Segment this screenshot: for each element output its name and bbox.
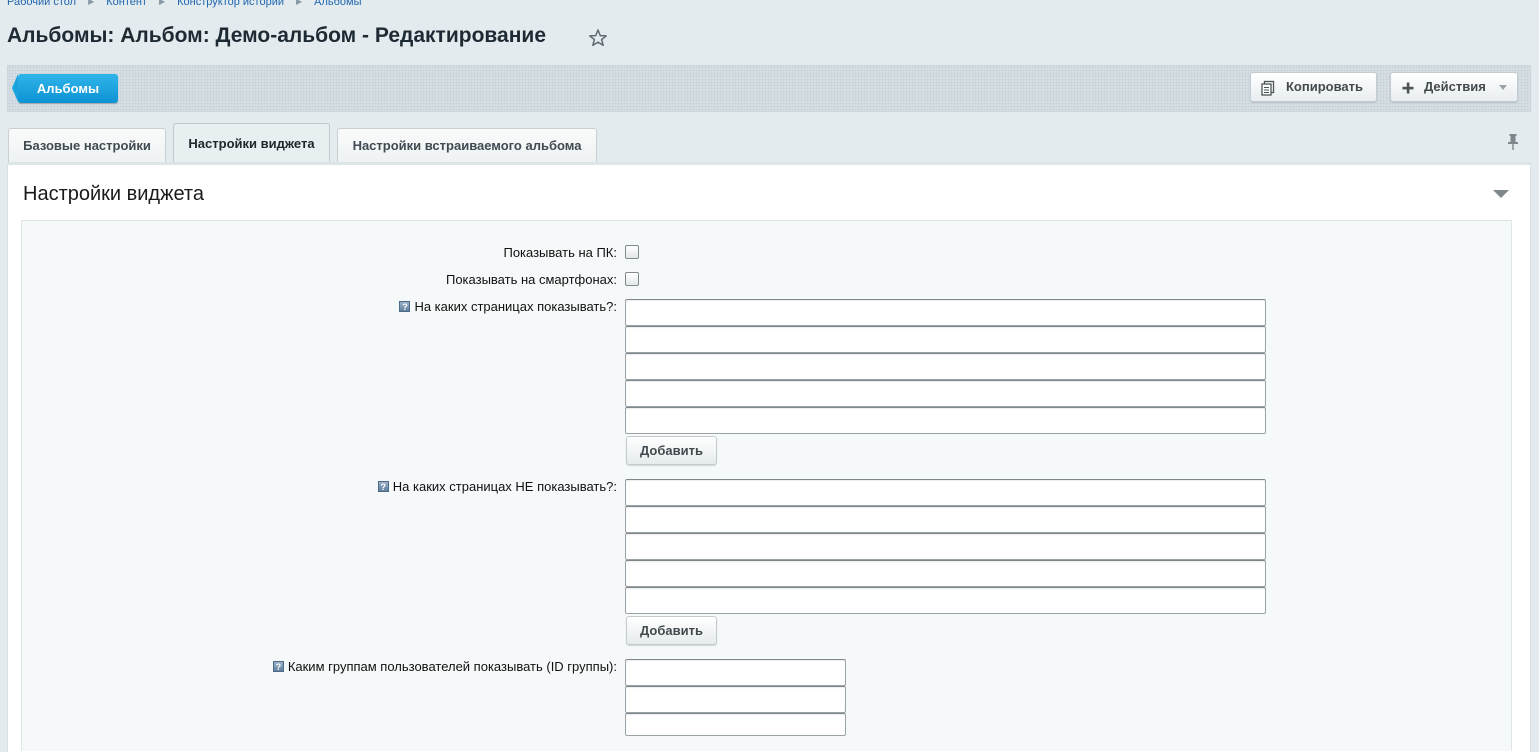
help-icon[interactable]: ? <box>399 301 411 312</box>
pages-hide-add-button[interactable]: Добавить <box>626 616 717 645</box>
groups-input[interactable] <box>625 686 846 713</box>
pages-hide-input[interactable] <box>625 533 1266 560</box>
plus-icon <box>1402 82 1414 94</box>
groups-input[interactable] <box>625 659 846 686</box>
tab-widget-settings[interactable]: Настройки виджета <box>173 123 330 162</box>
breadcrumb-item-desktop[interactable]: Рабочий стол <box>7 0 76 8</box>
actions-button-label: Действия <box>1424 79 1486 94</box>
show-pc-label: Показывать на ПК: <box>503 245 617 260</box>
breadcrumb-separator-icon: ▶ <box>295 0 303 6</box>
pages-show-label: ? На каких страницах показывать?: <box>399 299 617 314</box>
breadcrumb-separator-icon: ▶ <box>158 0 166 6</box>
pages-hide-label: ? На каких страницах НЕ показывать?: <box>377 479 617 494</box>
breadcrumb-item-albums[interactable]: Альбомы <box>314 0 361 8</box>
star-icon[interactable] <box>588 28 608 48</box>
copy-button-label: Копировать <box>1286 79 1364 94</box>
page-title: Альбомы: Альбом: Демо-альбом - Редактиро… <box>7 24 546 47</box>
collapse-arrow-icon[interactable] <box>1493 190 1509 198</box>
pages-show-input[interactable] <box>625 407 1266 434</box>
pages-hide-label-text: На каких страницах НЕ показывать?: <box>392 479 617 494</box>
tab-base-settings[interactable]: Базовые настройки <box>8 128 166 162</box>
groups-input[interactable] <box>625 713 846 736</box>
breadcrumb: Рабочий стол ▶ Контент ▶ Конструктор истории… <box>7 0 362 10</box>
show-pc-checkbox[interactable] <box>625 245 639 259</box>
copy-button[interactable]: Копировать <box>1250 72 1377 102</box>
back-to-albums-button[interactable]: Альбомы <box>12 74 118 103</box>
help-icon[interactable]: ? <box>377 481 389 492</box>
pages-hide-input[interactable] <box>625 506 1266 533</box>
actions-button[interactable]: Действия <box>1390 72 1518 102</box>
breadcrumb-item-content[interactable]: Контент <box>106 0 147 8</box>
breadcrumb-separator-icon: ▶ <box>88 0 95 6</box>
pages-show-label-text: На каких страницах показывать?: <box>414 299 617 314</box>
pin-icon[interactable] <box>1506 133 1520 151</box>
pages-hide-input[interactable] <box>625 560 1266 587</box>
pages-hide-input[interactable] <box>625 479 1266 506</box>
groups-label: ? Каким группам пользователей показывать … <box>272 659 617 674</box>
pages-show-input[interactable] <box>625 380 1266 407</box>
tab-embed-album-settings[interactable]: Настройки встраиваемого альбома <box>337 128 597 162</box>
pages-show-input[interactable] <box>625 353 1266 380</box>
breadcrumb-item-story-builder[interactable]: Конструктор истории <box>177 0 284 8</box>
pages-hide-input[interactable] <box>625 587 1266 614</box>
pages-show-input[interactable] <box>625 326 1266 353</box>
pages-show-input[interactable] <box>625 299 1266 326</box>
show-mobile-label: Показывать на смартфонах: <box>445 272 617 287</box>
help-icon[interactable]: ? <box>272 661 284 672</box>
copy-icon <box>1261 80 1275 96</box>
section-title: Настройки виджета <box>23 183 204 205</box>
caret-down-icon <box>1499 85 1507 90</box>
pages-show-add-button[interactable]: Добавить <box>626 436 717 465</box>
groups-label-text: Каким группам пользователей показывать (… <box>287 659 617 674</box>
show-mobile-checkbox[interactable] <box>625 272 639 286</box>
